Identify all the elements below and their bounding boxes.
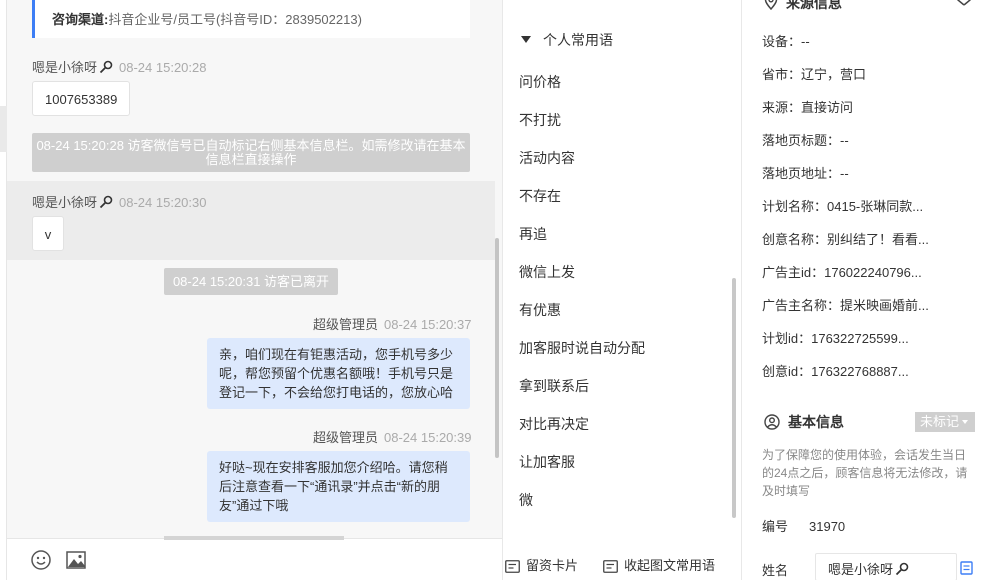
bubble-line: 亲，咱们现在有钜惠活动，您手机号多少 <box>219 347 454 362</box>
id-row: 编号 31970 <box>762 516 845 535</box>
source-info-row: 创意id：176322768887... <box>762 364 909 379</box>
card-icon <box>603 560 618 573</box>
source-info-row: 广告主id：176022240796... <box>762 265 922 280</box>
source-info-row: 省市：辽宁，营口 <box>762 67 867 82</box>
mark-dropdown-label: 未标记 <box>920 414 960 429</box>
source-info-title: 来源信息 <box>786 0 842 11</box>
channel-label: 咨询渠道: <box>52 12 109 27</box>
source-info-row: 设备：-- <box>762 34 810 49</box>
source-info-row: 落地页地址：-- <box>762 166 849 181</box>
basic-info-header: 基本信息 <box>764 412 844 432</box>
collapse-tab[interactable] <box>0 106 7 152</box>
mark-dropdown[interactable]: 未标记 <box>915 412 975 432</box>
chat-toolbar <box>7 536 502 580</box>
message-meta: 超级管理员 08-24 15:20:39 <box>313 427 471 446</box>
message-time: 08-24 15:20:30 <box>119 195 207 210</box>
channel-value: 抖音企业号/员工号(抖音号ID：2839502213) <box>108 12 362 27</box>
phrase-footer: 留资卡片 收起图文常用语 <box>503 540 743 580</box>
phrase-group-title: 个人常用语 <box>543 32 613 48</box>
basic-info-title: 基本信息 <box>788 414 844 430</box>
left-strip <box>0 0 7 580</box>
phrase-group-header[interactable]: 个人常用语 <box>521 30 613 50</box>
message-bubble[interactable]: 1007653389 <box>32 81 131 116</box>
system-notice: 08-24 15:20:28 访客微信号已自动标记右侧基本信息栏。如需修改请在基… <box>32 133 470 172</box>
phrase-item[interactable]: 不存在 <box>519 186 561 206</box>
id-label: 编号 <box>762 519 789 534</box>
source-info-row: 来源：直接访问 <box>762 100 854 115</box>
lead-card-label: 留资卡片 <box>526 558 579 573</box>
name-value: 嗯是小徐呀 <box>828 562 894 577</box>
phrases-panel: 个人常用语 问价格不打扰活动内容不存在再追微信上发有优惠加客服时说自动分配 拿到联… <box>502 0 742 580</box>
sender-name: 嗯是小徐呀 <box>32 195 98 210</box>
bubble-line: 好哒~现在安排客服加您介绍哈。请您稍 <box>219 460 448 475</box>
message-meta: 嗯是小徐呀 08-24 15:20:28 <box>32 57 206 76</box>
phrase-item[interactable]: 微信上发 <box>519 262 575 282</box>
name-label: 姓名 <box>762 563 789 578</box>
message-time: 08-24 15:20:37 <box>384 317 472 332</box>
info-note: 为了保障您的使用体验，会话发生当日的24点之后，顾客信息将无法修改，请及时填写 <box>762 448 968 498</box>
message-time: 08-24 15:20:28 <box>119 60 207 75</box>
image-icon[interactable] <box>65 549 87 571</box>
sender-name: 嗯是小徐呀 <box>32 60 98 75</box>
shield-icon[interactable] <box>956 0 972 6</box>
phrase-item[interactable]: 问价格 <box>519 72 561 92</box>
phrase-item[interactable]: 有优惠 <box>519 300 561 320</box>
id-value: 31970 <box>809 519 846 534</box>
lead-card-button[interactable]: 留资卡片 <box>505 555 578 574</box>
phrase-item[interactable]: 拿到联系后 <box>519 376 589 396</box>
bubble-line: 友”通过下哦 <box>219 498 289 513</box>
location-pin-icon <box>764 0 778 11</box>
smile-icon[interactable] <box>30 549 52 571</box>
source-info-row: 计划id：176322725599... <box>762 331 909 346</box>
system-notice: 08-24 15:20:31 访客已离开 <box>164 268 338 295</box>
chat-panel: 咨询渠道:抖音企业号/员工号(抖音号ID：2839502213) 嗯是小徐呀 08… <box>0 0 502 580</box>
sender-name: 超级管理员 <box>313 430 379 445</box>
message-time: 08-24 15:20:39 <box>384 430 472 445</box>
partial-notice <box>164 536 344 540</box>
collapse-phrases-button[interactable]: 收起图文常用语 <box>603 555 715 574</box>
chat-scrollbar[interactable] <box>495 238 499 458</box>
source-info-row: 计划名称：0415-张琳同款... <box>762 199 924 214</box>
key-icon <box>99 60 113 74</box>
message-meta: 嗯是小徐呀 08-24 15:20:30 <box>32 192 206 211</box>
phrase-item[interactable]: 再追 <box>519 224 547 244</box>
source-info-header: 来源信息 <box>764 0 842 13</box>
user-circle-icon <box>764 414 780 430</box>
phrase-item[interactable]: 活动内容 <box>519 148 575 168</box>
message-bubble[interactable]: v <box>32 216 64 251</box>
message-bubble-outgoing[interactable]: 好哒~现在安排客服加您介绍哈。请您稍 后注意查看一下“通讯录”并点击“新的朋 友… <box>207 451 470 522</box>
caret-down-icon <box>521 36 531 43</box>
phrase-item[interactable]: 对比再决定 <box>519 414 589 434</box>
source-info-row: 广告主名称：提米映画婚前... <box>762 298 929 313</box>
info-panel: 来源信息 设备：-- 省市：辽宁，营口 来源：直接访问 落地页标题：-- 落地页地址：-… <box>742 0 983 580</box>
name-field[interactable]: 嗯是小徐呀 <box>815 553 957 580</box>
bubble-line: 呢，帮您预留个优惠名额哦！手机号只是 <box>219 366 454 381</box>
source-info-row: 落地页标题：-- <box>762 133 849 148</box>
key-icon <box>99 195 113 209</box>
key-icon <box>895 562 909 576</box>
bubble-line: 后注意查看一下“通讯录”并点击“新的朋 <box>219 479 440 494</box>
copy-icon[interactable] <box>960 561 973 575</box>
phrase-item[interactable]: 加客服时说自动分配 <box>519 338 645 358</box>
collapse-phrases-label: 收起图文常用语 <box>624 558 716 573</box>
sender-name: 超级管理员 <box>313 317 379 332</box>
message-bubble-outgoing[interactable]: 亲，咱们现在有钜惠活动，您手机号多少 呢，帮您预留个优惠名额哦！手机号只是 登记… <box>207 338 470 409</box>
caret-down-icon <box>962 420 969 424</box>
phrase-scrollbar[interactable] <box>732 278 736 518</box>
card-icon <box>505 560 520 573</box>
phrase-item[interactable]: 不打扰 <box>519 110 561 130</box>
message-meta: 超级管理员 08-24 15:20:37 <box>313 314 471 333</box>
channel-card: 咨询渠道:抖音企业号/员工号(抖音号ID：2839502213) <box>32 0 470 38</box>
source-info-row: 创意名称：别纠结了！看看... <box>762 232 929 247</box>
phrase-item[interactable]: 让加客服 <box>519 452 575 472</box>
phrase-item[interactable]: 微 <box>519 490 533 510</box>
bubble-line: 登记一下，不会给您打电话的，您放心哈 <box>219 385 454 400</box>
